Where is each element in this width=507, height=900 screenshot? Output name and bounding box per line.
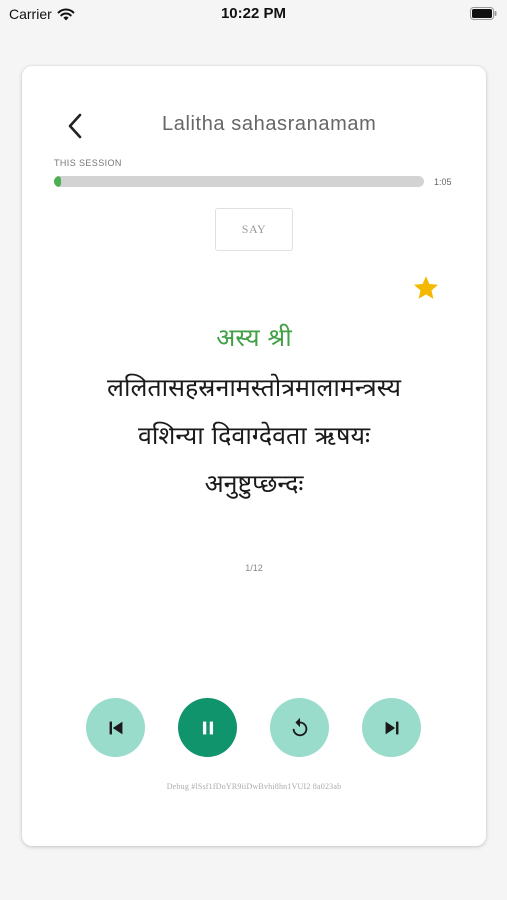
pause-icon [202, 721, 213, 734]
skip-previous-icon [109, 721, 122, 734]
next-button[interactable] [362, 698, 421, 757]
say-button[interactable]: SAY [215, 208, 293, 251]
verse-line: अनुष्टुप्छन्दः [204, 469, 304, 498]
playback-controls [22, 698, 486, 758]
previous-button[interactable] [86, 698, 145, 757]
replay-button[interactable] [270, 698, 329, 757]
skip-next-icon [385, 721, 398, 734]
battery-icon [470, 7, 497, 20]
replay-icon [292, 717, 307, 736]
page-title: Lalitha sahasranamam [162, 113, 377, 135]
verse-line: ललितासहस्रनामस्तोत्रमालामन्त्रस्य [107, 373, 401, 402]
debug-info: Debug #lSsf1fDoYR9iiDwBvhi8hn1VUI2 8a023… [166, 782, 342, 791]
pause-button[interactable] [178, 698, 237, 757]
verse-current-word: अस्य श्री [216, 323, 292, 352]
back-button[interactable] [60, 110, 90, 142]
chant-card: Lalitha sahasranamam THIS SESSION 1:05 S… [22, 66, 486, 846]
verse-line: वशिन्या दिवाग्देवता ऋषयः [138, 421, 370, 450]
page-counter: 1/12 [245, 563, 263, 573]
verse-text: अस्य श्री ललितासहस्रनामस्तोत्रमालामन्त्र… [42, 318, 466, 504]
clock: 10:22 PM [220, 5, 287, 22]
star-icon[interactable] [412, 274, 440, 302]
session-progress-bar [54, 176, 424, 187]
chevron-left-icon [68, 113, 82, 139]
session-label: THIS SESSION [54, 158, 122, 168]
session-progress-fill [54, 176, 62, 187]
session-elapsed-time: 1:05 [434, 177, 452, 187]
status-bar: Carrier 10:22 PM [0, 0, 507, 30]
